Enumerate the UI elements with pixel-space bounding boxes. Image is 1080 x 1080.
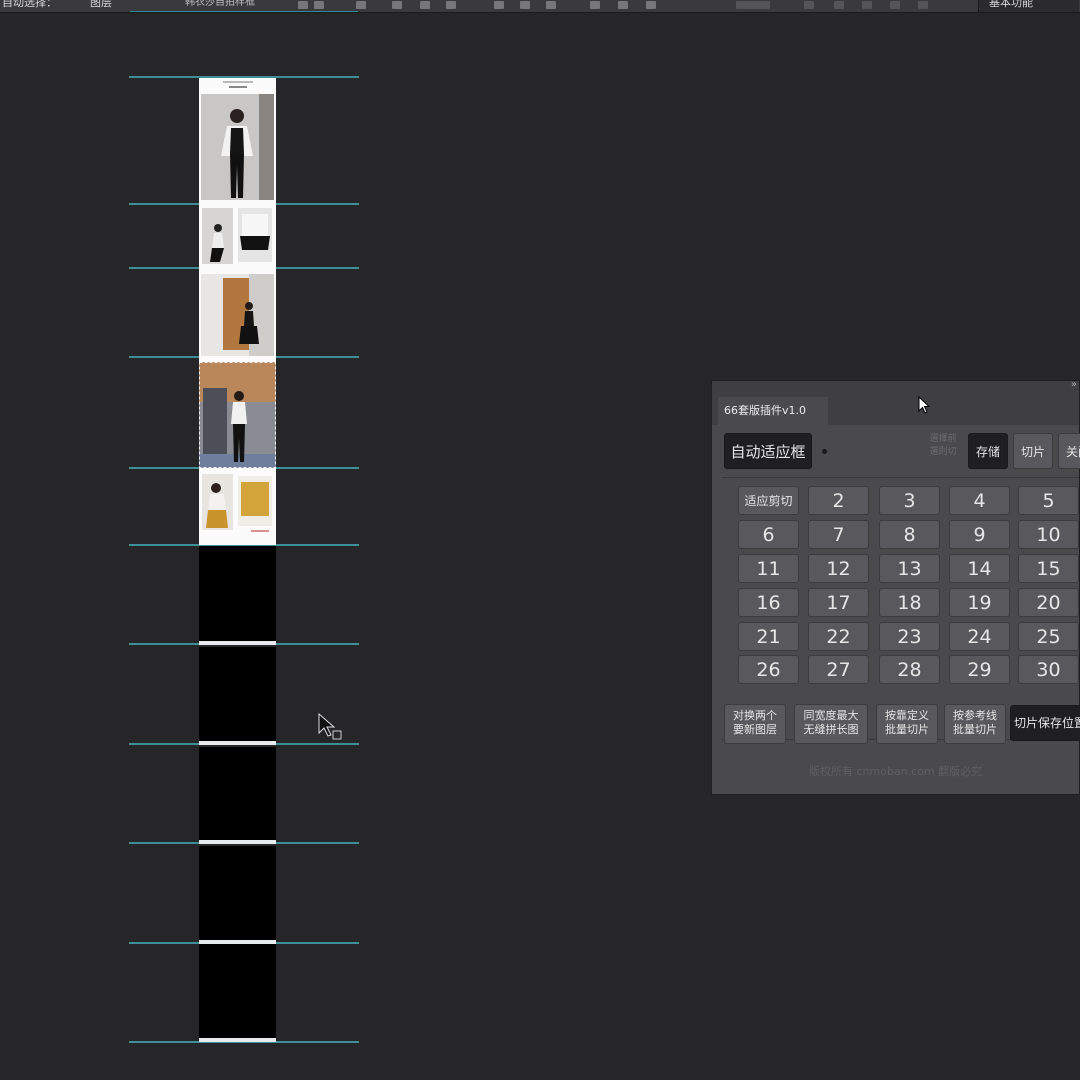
layout-number-button[interactable]: 6 xyxy=(738,520,799,549)
align-right-icon[interactable] xyxy=(546,1,556,9)
panel-tab[interactable]: 66套版插件v1.0 xyxy=(718,397,828,425)
placeholder-slice xyxy=(199,647,276,745)
layout-number-button[interactable]: 8 xyxy=(879,520,940,549)
guide-batch-slice-button[interactable]: 按参考线 批量切片 xyxy=(944,704,1006,744)
layout-number-button[interactable]: 9 xyxy=(949,520,1010,549)
layout-number-button[interactable]: 29 xyxy=(949,655,1010,684)
layout-number-button[interactable]: 20 xyxy=(1018,588,1079,617)
auto-fit-button[interactable]: 自动适应框 xyxy=(724,433,812,469)
panel-title-bar[interactable]: » xyxy=(712,379,1079,395)
layout-number-button[interactable]: 22 xyxy=(808,622,869,651)
layout-number-button[interactable]: 14 xyxy=(949,554,1010,583)
auto-select-dropdown[interactable]: 图层 xyxy=(90,0,112,9)
workspace-switcher[interactable]: 基本功能 xyxy=(978,0,1079,12)
copyright-footer: 版权所有 cnmoban.com 翻版必究 xyxy=(809,765,983,778)
document-canvas[interactable] xyxy=(0,13,710,1080)
distribute-bottom-icon[interactable] xyxy=(446,1,456,9)
align-left-icon[interactable] xyxy=(494,1,504,9)
layout-number-button[interactable]: 7 xyxy=(808,520,869,549)
scale-3d-icon[interactable] xyxy=(918,1,928,9)
fit-crop-button[interactable]: 适应剪切 xyxy=(738,486,799,515)
layout-number-button[interactable]: 11 xyxy=(738,554,799,583)
align-middle-icon[interactable] xyxy=(314,1,324,9)
move-cursor-icon xyxy=(318,713,342,740)
layout-number-button[interactable]: 30 xyxy=(1018,655,1079,684)
layout-number-button[interactable]: 28 xyxy=(879,655,940,684)
layout-number-button[interactable]: 16 xyxy=(738,588,799,617)
layout-number-button[interactable]: 3 xyxy=(879,486,940,515)
layout-number-button[interactable]: 18 xyxy=(879,588,940,617)
layout-number-button[interactable]: 21 xyxy=(738,622,799,651)
layout-number-button[interactable]: 12 xyxy=(808,554,869,583)
layout-number-button[interactable]: 13 xyxy=(879,554,940,583)
placeholder-slice xyxy=(199,944,276,1042)
layout-number-button[interactable]: 10 xyxy=(1018,520,1079,549)
panel-body: 自动适应框 選擇前 選則切 存储 切片 关闭 适应剪切2345678910111… xyxy=(712,425,1080,794)
stitch-long-image-button[interactable]: 同宽度最大 无缝拼长图 xyxy=(794,704,868,744)
align-center-icon[interactable] xyxy=(520,1,530,9)
layout-number-button[interactable]: 24 xyxy=(949,622,1010,651)
distribute-center-icon[interactable] xyxy=(618,1,628,9)
rotate-3d-icon[interactable] xyxy=(804,1,814,9)
model-photo-selected[interactable] xyxy=(199,362,276,468)
layout-number-button[interactable]: 5 xyxy=(1018,486,1079,515)
status-dot xyxy=(822,449,827,454)
layout-number-button[interactable]: 19 xyxy=(949,588,1010,617)
align-bottom-icon[interactable] xyxy=(356,1,366,9)
model-photo xyxy=(201,274,274,356)
model-photo xyxy=(202,474,233,530)
custom-batch-slice-label: 按靠定义 批量切片 xyxy=(885,709,929,736)
distribute-right-icon[interactable] xyxy=(646,1,656,9)
distribute-middle-icon[interactable] xyxy=(420,1,430,9)
swap-layers-button[interactable]: 对换两个 要新图层 xyxy=(724,704,786,744)
slice-save-location-button[interactable]: 切片保存位置 xyxy=(1010,705,1080,741)
layout-number-button[interactable]: 4 xyxy=(949,486,1010,515)
slice-button[interactable]: 切片 xyxy=(1013,433,1053,469)
stitch-long-image-label: 同宽度最大 无缝拼长图 xyxy=(803,709,859,736)
placeholder-slice xyxy=(199,846,276,944)
workspace-label: 基本功能 xyxy=(989,0,1033,9)
layout-number-button[interactable]: 25 xyxy=(1018,622,1079,651)
layout-number-button[interactable]: 26 xyxy=(738,655,799,684)
distribute-left-icon[interactable] xyxy=(590,1,600,9)
model-photo xyxy=(201,94,274,200)
close-button[interactable]: 关闭 xyxy=(1058,433,1080,469)
layout-number-button[interactable]: 17 xyxy=(808,588,869,617)
roll-3d-icon[interactable] xyxy=(834,1,844,9)
distribute-top-icon[interactable] xyxy=(392,1,402,9)
swap-layers-label: 对换两个 要新图层 xyxy=(733,709,777,736)
divider xyxy=(722,477,1079,478)
document-tab-label: 韩衣莎自拍样框 xyxy=(185,0,255,8)
layout-number-button[interactable]: 15 xyxy=(1018,554,1079,583)
model-photo xyxy=(202,208,233,264)
guide-batch-slice-label: 按参考线 批量切片 xyxy=(953,709,997,736)
collapse-icon[interactable]: » xyxy=(1071,379,1077,390)
placeholder-slice xyxy=(199,747,276,844)
layout-number-button[interactable]: 2 xyxy=(808,486,869,515)
detail-page-image xyxy=(199,78,276,545)
plugin-panel: » 66套版插件v1.0 自动适应框 選擇前 選則切 存储 切片 关闭 适应剪切… xyxy=(711,379,1080,795)
hint-text: 選擇前 選則切 xyxy=(929,434,957,457)
options-bar: 自动选择： 图层 韩衣莎自拍样框 基本功能 xyxy=(0,0,1080,13)
model-photo xyxy=(238,208,272,262)
auto-select-label: 自动选择： xyxy=(2,0,57,9)
save-button[interactable]: 存储 xyxy=(968,433,1008,469)
arrow-cursor-icon xyxy=(918,396,931,414)
custom-batch-slice-button[interactable]: 按靠定义 批量切片 xyxy=(876,704,938,744)
layout-number-button[interactable]: 27 xyxy=(808,655,869,684)
slide-3d-icon[interactable] xyxy=(890,1,900,9)
3d-mode-icon[interactable] xyxy=(736,1,770,9)
model-photo xyxy=(238,476,272,526)
drag-3d-icon[interactable] xyxy=(862,1,872,9)
layout-number-button[interactable]: 23 xyxy=(879,622,940,651)
align-top-icon[interactable] xyxy=(298,1,308,9)
placeholder-slice xyxy=(199,546,276,645)
